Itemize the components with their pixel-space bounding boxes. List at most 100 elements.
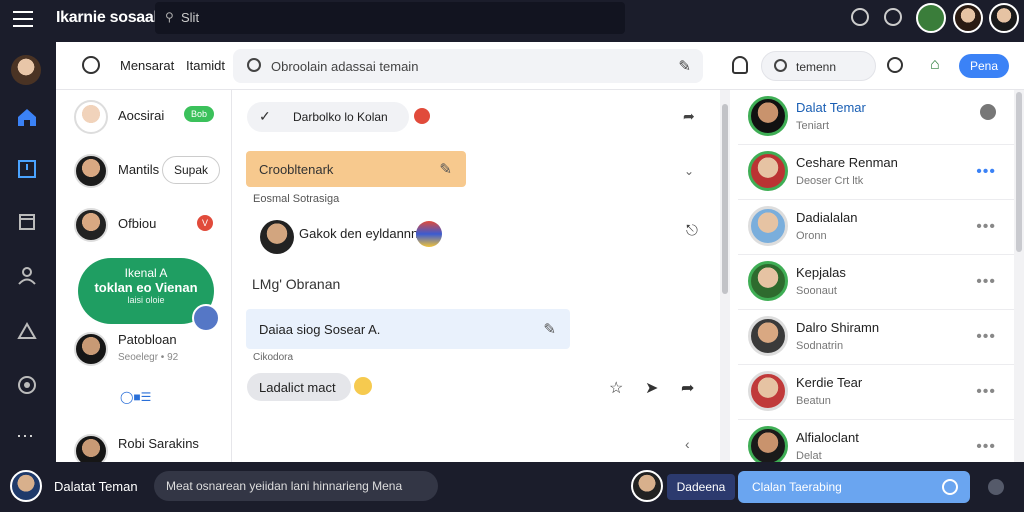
avatar xyxy=(74,154,108,188)
forward-icon[interactable]: ➦ xyxy=(681,378,694,398)
friend-name: Kerdie Tear xyxy=(796,375,863,390)
message-text: Croobltenark xyxy=(259,162,334,177)
promo-line-1: Ikenal A xyxy=(124,266,168,280)
friend-name: Ceshare Renman xyxy=(796,155,898,170)
list-item[interactable]: Mantils Supak xyxy=(56,146,231,196)
contact-name: Mantils xyxy=(118,162,160,177)
home-icon[interactable] xyxy=(16,106,38,128)
attach-icon[interactable]: ⎋ xyxy=(686,222,698,239)
list-item[interactable]: Alfialoclant Delat ••• xyxy=(738,420,1024,462)
compose-input[interactable]: Clalan Taerabing xyxy=(738,471,970,503)
list-item[interactable]: Ceshare Renman Deoser Crt ltk ••• xyxy=(738,145,1024,200)
menu-icon[interactable] xyxy=(13,11,33,27)
edit-icon[interactable]: ✎ xyxy=(543,320,556,338)
avatar[interactable] xyxy=(989,3,1019,33)
home-notification-icon[interactable]: ⌂ xyxy=(930,56,940,74)
list-item[interactable]: Dadialalan Oronn ••• xyxy=(738,200,1024,255)
compose-input-text: Clalan Taerabing xyxy=(752,480,842,494)
record-icon[interactable] xyxy=(884,8,902,26)
bell-icon[interactable] xyxy=(732,56,748,74)
more-options-icon[interactable]: ••• xyxy=(976,163,996,181)
chevron-down-icon[interactable]: ⌄ xyxy=(684,164,694,178)
secondary-search-input[interactable]: temenn xyxy=(761,51,876,81)
link-icon[interactable]: ◯■☰ xyxy=(120,390,151,404)
friend-sub: Deoser Crt ltk xyxy=(796,175,864,187)
list-item[interactable]: Robi Sarakins xyxy=(56,426,231,462)
friend-sub: Beatun xyxy=(796,395,831,407)
clock-icon[interactable] xyxy=(887,57,903,73)
friend-sub: Sodnatrin xyxy=(796,340,844,352)
more-options-icon[interactable]: ••• xyxy=(976,383,996,401)
friend-name: Dalat Temar xyxy=(796,100,866,115)
more-options-icon[interactable]: ••• xyxy=(976,218,996,236)
friends-scrollbar[interactable] xyxy=(1014,90,1024,462)
avatar xyxy=(74,208,108,242)
bookmark-icon[interactable] xyxy=(16,158,38,180)
message-bubble[interactable]: Daiaa siog Sosear A. ✎ xyxy=(246,309,570,349)
message-text: Ladalict mact xyxy=(259,380,336,395)
friend-sub: Delat xyxy=(796,450,822,462)
reply-icon[interactable]: ➤ xyxy=(645,378,658,398)
more-icon[interactable]: ⋯ xyxy=(16,426,38,448)
list-item[interactable]: Kepjalas Soonaut ••• xyxy=(738,255,1024,310)
heart-icon[interactable] xyxy=(980,104,996,120)
share-icon[interactable]: ➦ xyxy=(683,108,695,125)
avatar xyxy=(748,261,788,301)
avatar[interactable] xyxy=(916,3,946,33)
edit-icon[interactable]: ✎ xyxy=(439,160,452,178)
secondary-search-text: temenn xyxy=(796,60,837,74)
chat-title-pill[interactable]: ✓ Darbolko lo Kolan xyxy=(247,102,409,132)
profile-avatar[interactable] xyxy=(11,55,41,85)
top-search-input[interactable]: ⚲ Slit xyxy=(155,2,625,34)
header-action-button[interactable]: Pena xyxy=(959,54,1009,78)
promo-line-3: laisi oloie xyxy=(127,295,165,305)
refresh-icon[interactable] xyxy=(851,8,869,26)
header-label-2[interactable]: Itamidt xyxy=(186,58,225,73)
avatar[interactable] xyxy=(953,3,983,33)
header-label-1[interactable]: Mensarat xyxy=(120,58,174,73)
avatar xyxy=(748,316,788,356)
emoji-icon[interactable] xyxy=(942,479,958,495)
chat-title: Darbolko lo Kolan xyxy=(293,110,388,124)
message-meta: Cikodora xyxy=(253,352,294,363)
message-input[interactable]: Meat osnarean yeiidan lani hinnarieng Me… xyxy=(154,471,438,501)
avatar xyxy=(74,332,108,366)
list-item[interactable]: Dalro Shiramn Sodnatrin ••• xyxy=(738,310,1024,365)
list-item[interactable]: Kerdie Tear Beatun ••• xyxy=(738,365,1024,420)
alert-icon[interactable] xyxy=(16,320,38,342)
more-options-icon[interactable]: ••• xyxy=(976,273,996,291)
more-options-icon[interactable]: ••• xyxy=(976,438,996,456)
contact-action-button[interactable]: Supak xyxy=(162,156,220,184)
message-text: Gakok den eyldannn xyxy=(299,226,419,241)
chevron-left-icon[interactable]: ‹ xyxy=(685,436,690,452)
message-text: Daiaa siog Sosear A. xyxy=(259,322,381,337)
search-icon xyxy=(247,58,261,72)
message-bubble[interactable]: Ladalict mact xyxy=(247,373,351,401)
more-options-icon[interactable]: ••• xyxy=(976,328,996,346)
circle-icon[interactable] xyxy=(82,56,100,74)
avatar[interactable] xyxy=(10,470,42,502)
list-item[interactable]: Patobloan Seoelegr • 92 xyxy=(56,324,231,374)
list-item[interactable]: Ofbiou V xyxy=(56,200,231,250)
contact-sub: Seoelegr • 92 xyxy=(118,352,179,363)
options-icon[interactable] xyxy=(988,479,1004,495)
check-icon: ✓ xyxy=(259,108,271,124)
avatar xyxy=(416,221,442,247)
message-bubble[interactable]: Croobltenark ✎ xyxy=(246,151,466,187)
list-item[interactable]: Dalat Temar Teniart xyxy=(738,90,1024,145)
friend-sub: Oronn xyxy=(796,230,827,242)
friend-name: Alfialoclant xyxy=(796,430,859,445)
avatar[interactable] xyxy=(631,470,663,502)
main-search-input[interactable]: Obroolain adassai temain ✎ xyxy=(233,49,703,83)
user-icon[interactable] xyxy=(16,264,38,286)
friend-sub: Soonaut xyxy=(796,285,837,297)
contact-name: Ofbiou xyxy=(118,216,157,231)
settings-icon[interactable] xyxy=(16,374,38,396)
user-tag[interactable]: Dadeena xyxy=(667,474,735,500)
star-icon[interactable]: ☆ xyxy=(609,378,623,398)
edit-icon[interactable]: ✎ xyxy=(678,57,691,75)
calendar-icon[interactable] xyxy=(16,210,38,232)
list-item[interactable]: Aocsirai Bob xyxy=(56,92,231,142)
avatar xyxy=(74,434,108,462)
chat-scrollbar[interactable] xyxy=(720,90,730,462)
